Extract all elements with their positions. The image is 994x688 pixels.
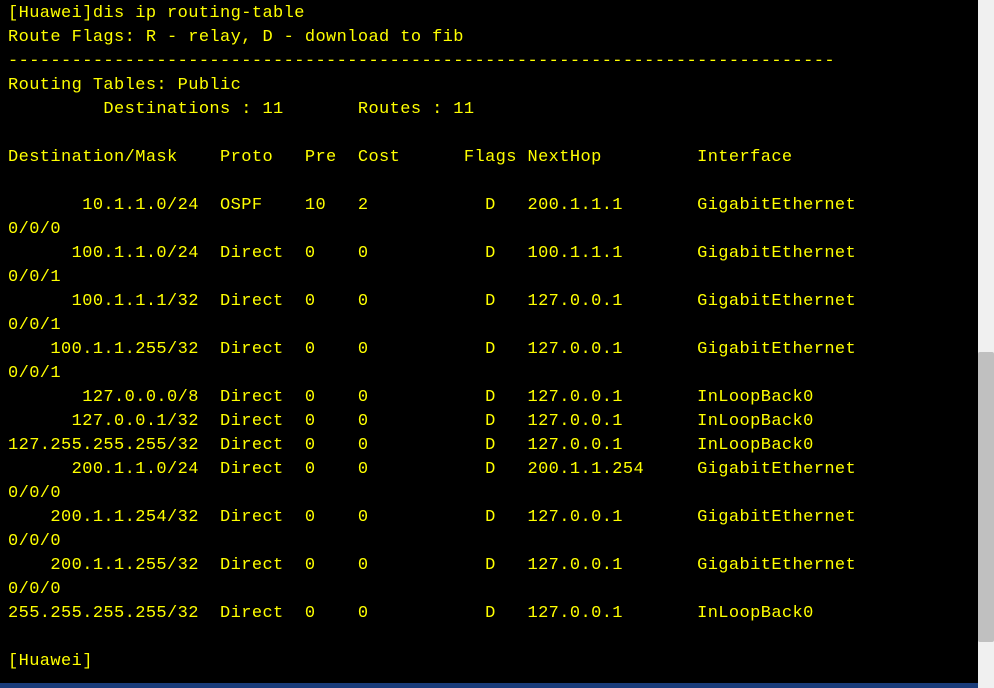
scrollbar-thumb[interactable] bbox=[978, 352, 994, 642]
terminal-output[interactable]: [Huawei]dis ip routing-table Route Flags… bbox=[0, 0, 978, 688]
scrollbar-track[interactable] bbox=[978, 0, 994, 688]
titlebar-strip bbox=[0, 683, 978, 688]
